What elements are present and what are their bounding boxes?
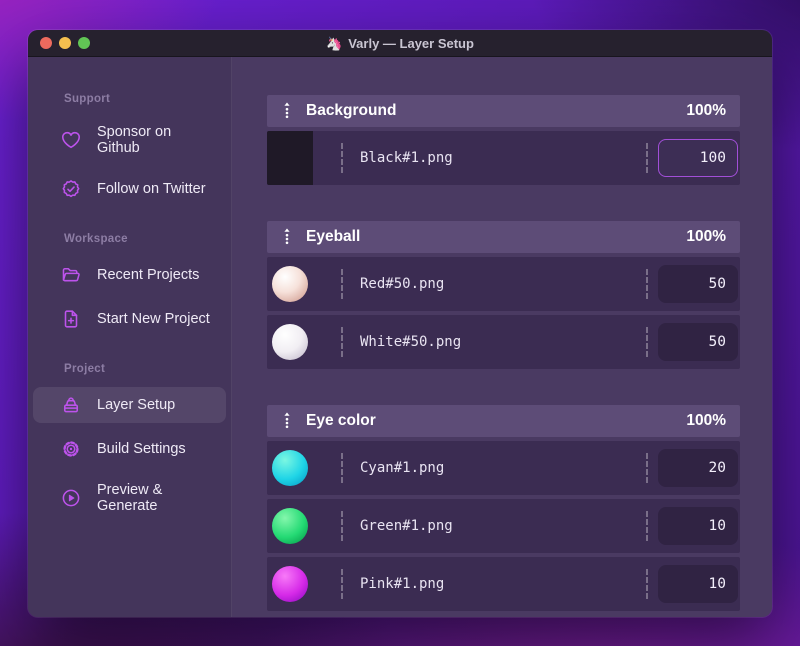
traffic-lights [40,30,90,56]
divider-dashed [646,511,648,541]
sidebar-item-label: Sponsor on Github [97,124,172,156]
sidebar-item-build-settings[interactable]: Build Settings [33,431,226,467]
divider-dashed [646,269,648,299]
drag-handle-icon[interactable] [281,101,293,121]
divider-dashed [341,569,343,599]
minimize-button[interactable] [59,37,71,49]
section-label-project: Project [64,363,106,375]
sidebar-item-label: Layer Setup [97,397,176,413]
layer-thumbnail [267,257,313,311]
layer-group-header[interactable]: Eye color 100% [267,405,740,437]
layer-weight-input[interactable] [658,323,738,361]
layer-row: Pink#1.png [267,557,740,611]
folder-open-icon [60,264,82,286]
layer-filename: Black#1.png [360,150,453,166]
zoom-button[interactable] [78,37,90,49]
check-badge-icon [60,178,82,200]
play-circle-icon [60,487,82,509]
sidebar-item-label: Follow on Twitter [97,181,206,197]
divider-dashed [646,143,648,173]
divider-dashed [646,327,648,357]
sidebar: Support Sponsor on Github Follow on Twit… [28,57,232,617]
layer-filename: Green#1.png [360,518,453,534]
layer-group-weight: 100% [686,228,726,245]
layer-group-title: Eyeball [306,228,361,245]
desktop-wallpaper: 🦄 Varly — Layer Setup Support Sponsor on… [0,0,800,646]
layer-group-background: Background 100% Black#1.png [267,95,740,185]
sidebar-item-follow-on-twitter[interactable]: Follow on Twitter [33,171,226,207]
divider-dashed [646,569,648,599]
layer-group-eye-color: Eye color 100% Cyan#1.png Gre [267,405,740,611]
sidebar-item-label: Recent Projects [97,267,200,283]
heart-icon [60,129,82,151]
layer-group-title: Background [306,102,397,119]
layer-thumbnail [267,499,313,553]
layer-group-weight: 100% [686,412,726,429]
divider-dashed [341,453,343,483]
layer-weight-input[interactable] [658,265,738,303]
section-label-workspace: Workspace [64,233,128,245]
layer-row: White#50.png [267,315,740,369]
title-bar[interactable]: 🦄 Varly — Layer Setup [28,30,772,57]
layer-group-header[interactable]: Eyeball 100% [267,221,740,253]
window-title: 🦄 Varly — Layer Setup [326,36,474,51]
layer-weight-input[interactable] [658,565,738,603]
layer-filename: Pink#1.png [360,576,445,592]
drag-handle-icon[interactable] [281,411,293,431]
divider-dashed [341,511,343,541]
layer-row: Green#1.png [267,499,740,553]
layer-thumbnail [267,131,313,185]
close-button[interactable] [40,37,52,49]
document-plus-icon [60,308,82,330]
layer-row: Red#50.png [267,257,740,311]
layer-row: Cyan#1.png [267,441,740,495]
layer-filename: Cyan#1.png [360,460,445,476]
layer-group-weight: 100% [686,102,726,119]
layer-filename: Red#50.png [360,276,445,292]
sidebar-item-start-new-project[interactable]: Start New Project [33,301,226,337]
sidebar-item-label: Preview & Generate [97,482,163,514]
sidebar-item-label: Start New Project [97,311,210,327]
layer-group-title: Eye color [306,412,376,429]
layer-weight-input[interactable] [658,139,738,177]
window-title-text: Varly — Layer Setup [348,35,474,51]
divider-dashed [341,327,343,357]
divider-dashed [341,143,343,173]
unicorn-app-icon: 🦄 [326,35,343,51]
layer-setup-panel: Background 100% Black#1.png 100 Eyeball … [232,57,772,617]
divider-dashed [341,269,343,299]
sidebar-item-sponsor-on-github[interactable]: Sponsor on Github [33,117,226,163]
layer-thumbnail [267,557,313,611]
divider-dashed [646,453,648,483]
app-window: 🦄 Varly — Layer Setup Support Sponsor on… [28,30,772,617]
layer-thumbnail [267,315,313,369]
sidebar-item-recent-projects[interactable]: Recent Projects [33,257,226,293]
layer-filename: White#50.png [360,334,462,350]
archive-box-icon [60,394,82,416]
sidebar-item-layer-setup[interactable]: Layer Setup [33,387,226,423]
section-label-support: Support [64,93,111,105]
layer-group-eyeball: Eyeball 100% Red#50.png White [267,221,740,369]
layer-group-header[interactable]: Background 100% [267,95,740,127]
drag-handle-icon[interactable] [281,227,293,247]
layer-weight-input[interactable] [658,449,738,487]
layer-weight-input[interactable] [658,507,738,545]
layer-row: Black#1.png [267,131,740,185]
gear-icon [60,438,82,460]
sidebar-item-label: Build Settings [97,441,186,457]
layer-thumbnail [267,441,313,495]
sidebar-item-preview-generate[interactable]: Preview & Generate [33,475,226,521]
